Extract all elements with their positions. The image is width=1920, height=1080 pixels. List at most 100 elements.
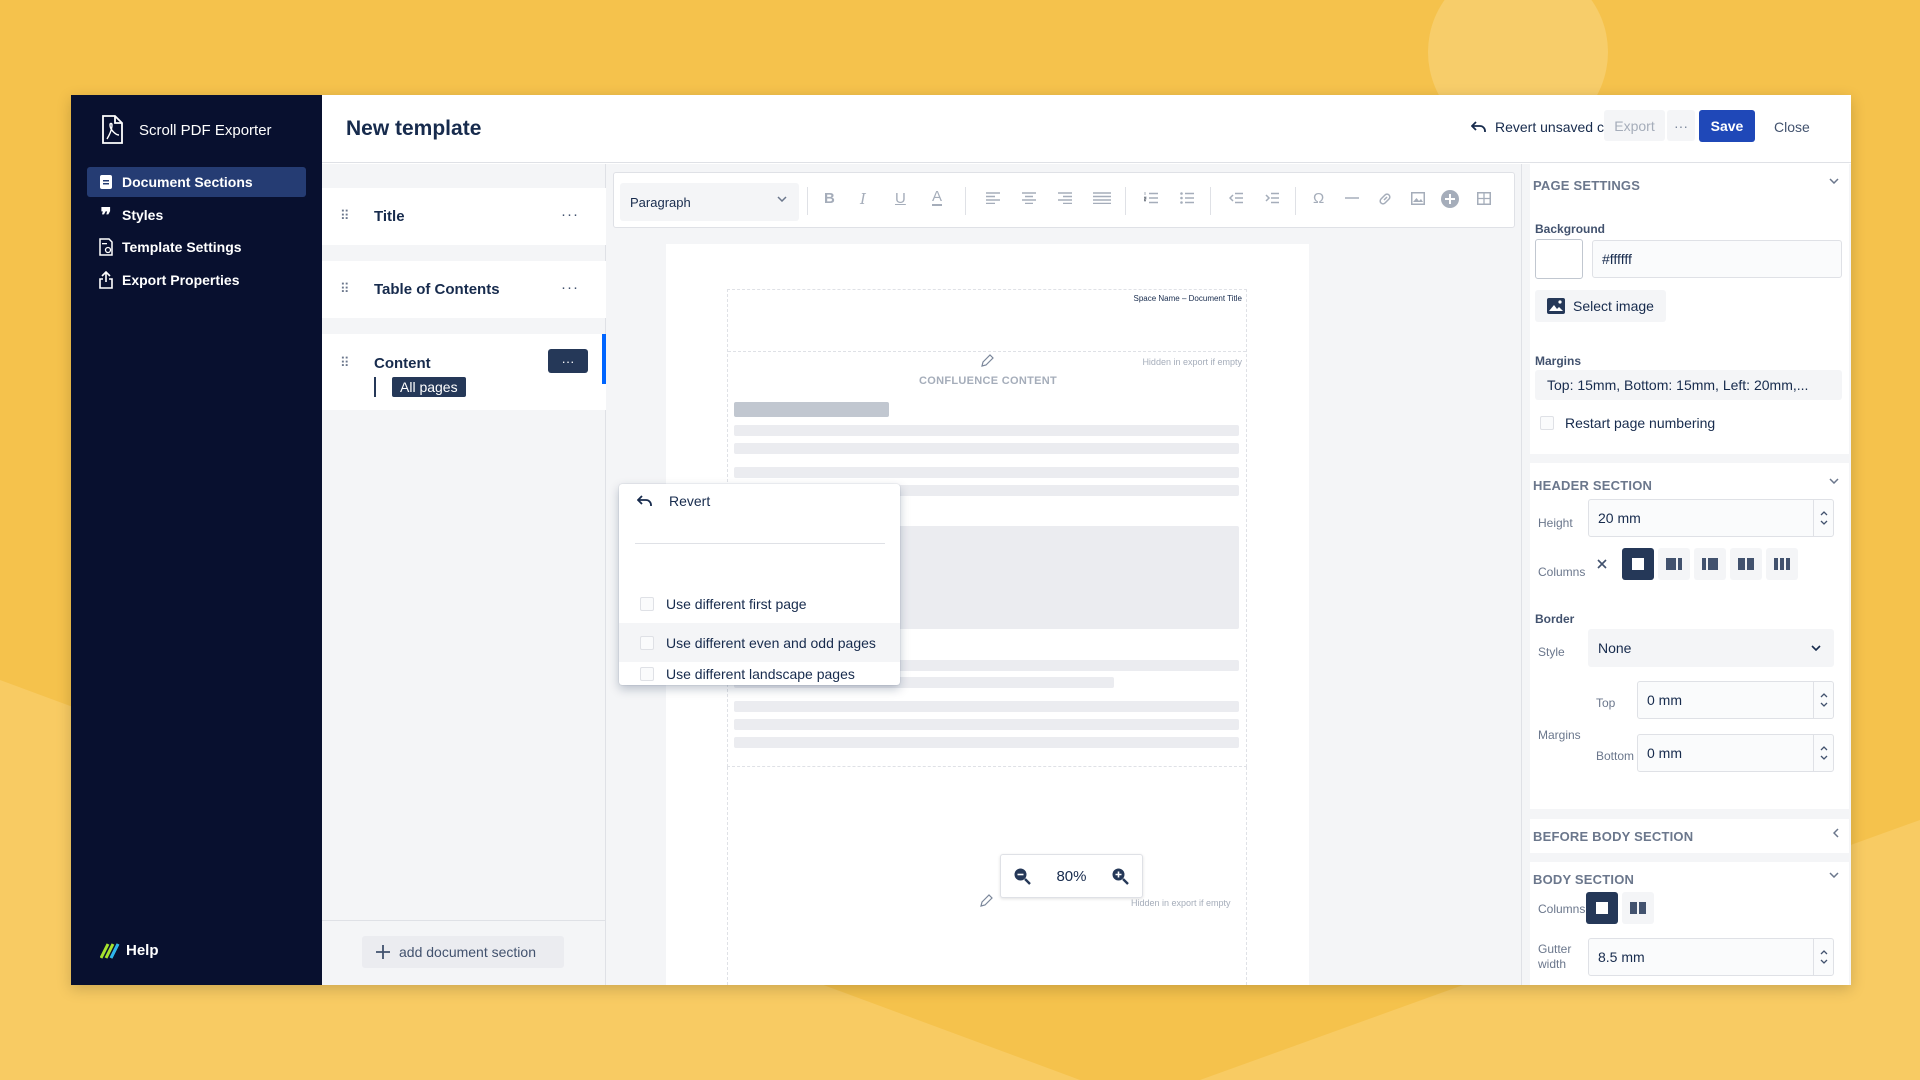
border-style-select[interactable]: None xyxy=(1588,629,1834,667)
drag-handle-icon[interactable]: ⠿ xyxy=(340,208,349,224)
image-icon[interactable] xyxy=(1411,192,1425,205)
drag-handle-icon[interactable]: ⠿ xyxy=(340,281,349,297)
stepper-icon[interactable] xyxy=(1813,682,1833,718)
insert-plus-icon[interactable] xyxy=(1440,189,1460,209)
checkbox[interactable] xyxy=(640,635,654,650)
columns-two-button[interactable] xyxy=(1730,548,1762,580)
sidebar-item-document-sections[interactable]: Document Sections xyxy=(87,167,306,197)
checkbox[interactable] xyxy=(640,666,654,681)
sidebar-item-label: Template Settings xyxy=(122,239,242,255)
hidden-if-empty-hint: Hidden in export if empty xyxy=(1142,357,1242,367)
bullet-list-icon[interactable] xyxy=(1180,192,1194,204)
formatting-toolbar: Paragraph B I U A Ω xyxy=(613,172,1515,228)
numbered-list-icon[interactable] xyxy=(1144,192,1158,204)
zoom-out-icon[interactable] xyxy=(1013,867,1032,885)
bold-icon[interactable]: B xyxy=(824,190,835,207)
checkbox[interactable] xyxy=(1540,416,1554,430)
align-center-icon[interactable] xyxy=(1022,192,1036,204)
text-color-icon[interactable]: A xyxy=(932,189,943,206)
stepper-icon[interactable] xyxy=(1813,735,1833,771)
indent-icon[interactable] xyxy=(1265,192,1279,204)
option-different-even-odd-pages[interactable]: Use different even and odd pages xyxy=(619,623,900,662)
menu-revert-item[interactable]: Revert xyxy=(637,493,710,509)
columns-three-button[interactable] xyxy=(1766,548,1798,580)
bottom-margin-value: 0 mm xyxy=(1647,745,1682,761)
section-title[interactable]: ⠿ Title ··· xyxy=(322,188,606,245)
drag-handle-icon[interactable]: ⠿ xyxy=(340,355,349,371)
table-icon[interactable] xyxy=(1477,192,1491,205)
align-left-icon[interactable] xyxy=(986,192,1000,204)
sidebar-item-styles[interactable]: ❞ Styles xyxy=(87,200,306,230)
columns-wide-narrow-button[interactable] xyxy=(1658,548,1690,580)
option-label: Use different first page xyxy=(666,595,807,612)
undo-icon xyxy=(637,495,653,507)
columns-single-button[interactable] xyxy=(1622,548,1654,580)
horizontal-rule-icon[interactable] xyxy=(1345,192,1359,204)
header-top-margin-input[interactable]: 0 mm xyxy=(1637,681,1834,719)
paragraph-style-select[interactable]: Paragraph xyxy=(620,183,799,221)
background-color-input[interactable]: #ffffff xyxy=(1592,240,1842,278)
save-button[interactable]: Save xyxy=(1699,110,1755,142)
settings-panel: PAGE SETTINGS Background #ffffff Select … xyxy=(1521,164,1851,985)
align-right-icon[interactable] xyxy=(1058,192,1072,204)
chevron-down-icon[interactable] xyxy=(1829,478,1839,484)
border-style-value: None xyxy=(1598,640,1632,656)
outdent-icon[interactable] xyxy=(1229,192,1243,204)
wide-narrow-columns-icon xyxy=(1666,557,1682,571)
option-different-landscape-pages[interactable]: Use different landscape pages xyxy=(619,662,900,685)
app-name: Scroll PDF Exporter xyxy=(139,121,272,139)
single-column-icon xyxy=(1595,901,1609,915)
link-icon[interactable] xyxy=(1378,192,1392,206)
content-placeholder-line xyxy=(734,701,1239,712)
special-character-icon[interactable]: Ω xyxy=(1313,190,1324,207)
section-content[interactable]: ⠿ Content ··· All pages xyxy=(322,334,606,410)
stepper-icon[interactable] xyxy=(1813,500,1833,536)
page-settings-heading[interactable]: PAGE SETTINGS xyxy=(1533,178,1640,193)
restart-numbering-option[interactable]: Restart page numbering xyxy=(1540,415,1715,431)
option-different-first-page[interactable]: Use different first page xyxy=(619,584,900,623)
header-bottom-margin-input[interactable]: 0 mm xyxy=(1637,734,1834,772)
toolbar-divider xyxy=(1210,187,1211,215)
italic-icon[interactable]: I xyxy=(860,190,866,208)
header-placeholder[interactable]: Space Name – Document Title xyxy=(1134,294,1243,303)
chevron-down-icon[interactable] xyxy=(1829,872,1839,878)
gutter-width-label: Gutter width xyxy=(1538,942,1572,971)
chevron-down-icon[interactable] xyxy=(1829,178,1839,184)
header-section-heading[interactable]: HEADER SECTION xyxy=(1533,478,1652,493)
body-columns-single-button[interactable] xyxy=(1586,892,1618,924)
edit-footer-icon[interactable] xyxy=(979,894,993,908)
checkbox[interactable] xyxy=(640,596,654,611)
hidden-if-empty-hint: Hidden in export if empty xyxy=(1131,898,1231,908)
add-document-section-button[interactable]: add document section xyxy=(362,936,564,968)
body-columns-two-button[interactable] xyxy=(1622,892,1654,924)
body-section-heading[interactable]: BODY SECTION xyxy=(1533,872,1634,887)
page-scope-badge[interactable]: All pages xyxy=(392,377,466,397)
stepper-icon[interactable] xyxy=(1813,939,1833,975)
zoom-in-icon[interactable] xyxy=(1111,867,1130,885)
page-margins-field[interactable]: Top: 15mm, Bottom: 15mm, Left: 20mm,... xyxy=(1535,370,1842,400)
sidebar-item-export-properties[interactable]: Export Properties xyxy=(87,265,306,295)
columns-none-button[interactable] xyxy=(1586,548,1618,580)
gutter-width-input[interactable]: 8.5 mm xyxy=(1588,938,1834,976)
help-link[interactable]: Help xyxy=(100,942,159,959)
close-button[interactable]: Close xyxy=(1774,119,1810,135)
section-more-button[interactable]: ··· xyxy=(548,349,588,373)
sidebar-item-template-settings[interactable]: Template Settings xyxy=(87,232,306,262)
section-table-of-contents[interactable]: ⠿ Table of Contents ··· xyxy=(322,261,606,318)
chevron-left-icon[interactable] xyxy=(1833,828,1839,838)
narrow-wide-columns-icon xyxy=(1702,557,1718,571)
header-height-input[interactable]: 20 mm xyxy=(1588,499,1834,537)
edit-header-icon[interactable] xyxy=(980,354,994,368)
background-color-swatch[interactable] xyxy=(1535,239,1583,279)
more-actions-button[interactable]: ··· xyxy=(1667,110,1695,141)
top-bar: New template Revert unsaved changes Expo… xyxy=(322,95,1851,163)
export-button[interactable]: Export xyxy=(1604,110,1665,141)
before-body-section-card[interactable]: BEFORE BODY SECTION xyxy=(1530,819,1849,853)
columns-narrow-wide-button[interactable] xyxy=(1694,548,1726,580)
align-justify-icon[interactable] xyxy=(1093,192,1111,204)
underline-icon[interactable]: U xyxy=(895,190,906,207)
section-label: Title xyxy=(374,208,405,225)
section-more-button[interactable]: ··· xyxy=(561,206,579,223)
section-more-button[interactable]: ··· xyxy=(561,279,579,296)
select-image-button[interactable]: Select image xyxy=(1535,290,1666,322)
